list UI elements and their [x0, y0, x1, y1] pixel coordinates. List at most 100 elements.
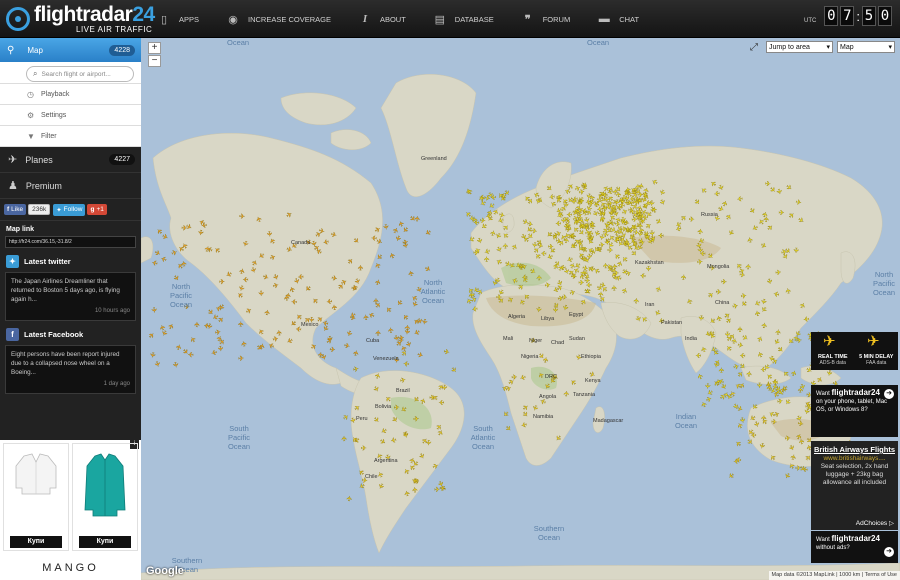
plane-marker[interactable]: ✈: [194, 321, 201, 327]
twitter-feed-item[interactable]: The Japan Airlines Dreamliner that retur…: [5, 272, 136, 321]
plane-marker[interactable]: ✈: [400, 242, 408, 250]
plane-marker[interactable]: ✈: [746, 370, 754, 377]
plane-marker[interactable]: ✈: [374, 301, 383, 310]
plane-marker[interactable]: ✈: [264, 309, 272, 316]
plane-marker[interactable]: ✈: [616, 191, 624, 198]
plane-marker[interactable]: ✈: [767, 385, 774, 391]
plane-marker[interactable]: ✈: [500, 409, 509, 418]
ad-url[interactable]: www.britishairways....: [811, 455, 898, 462]
plane-marker[interactable]: ✈: [503, 242, 511, 249]
plane-marker[interactable]: ✈: [697, 372, 706, 380]
maplink-field[interactable]: http://fr24.com/36.15,-31.8/2: [5, 236, 136, 248]
plane-marker[interactable]: ✈: [291, 297, 297, 304]
plane-marker[interactable]: ✈: [466, 187, 475, 196]
plane-marker[interactable]: ✈: [791, 369, 800, 378]
buy-button[interactable]: Купи: [10, 536, 62, 548]
plane-marker[interactable]: ✈: [343, 343, 351, 351]
plane-marker[interactable]: ✈: [265, 231, 273, 238]
plane-marker[interactable]: ✈: [297, 272, 304, 280]
plane-marker[interactable]: ✈: [358, 265, 365, 271]
plane-marker[interactable]: ✈: [160, 254, 168, 263]
plane-marker[interactable]: ✈: [256, 290, 264, 296]
plane-marker[interactable]: ✈: [403, 359, 410, 367]
nav-chat[interactable]: ▬ CHAT: [598, 13, 639, 25]
plane-marker[interactable]: ✈: [473, 250, 479, 257]
plane-marker[interactable]: ✈: [765, 181, 772, 189]
plane-marker[interactable]: ✈: [388, 326, 396, 333]
plane-marker[interactable]: ✈: [740, 293, 747, 301]
google-plus-button[interactable]: g +1: [87, 204, 107, 215]
plane-marker[interactable]: ✈: [791, 247, 799, 254]
twitter-follow-button[interactable]: ✦ Follow: [53, 203, 86, 216]
plane-marker[interactable]: ✈: [658, 231, 664, 238]
plane-marker[interactable]: ✈: [638, 222, 646, 229]
plane-marker[interactable]: ✈: [484, 256, 491, 262]
plane-marker[interactable]: ✈: [423, 265, 432, 274]
plane-marker[interactable]: ✈: [688, 217, 695, 224]
plane-marker[interactable]: ✈: [344, 329, 353, 337]
ad-title[interactable]: British Airways Flights: [811, 445, 898, 454]
plane-marker[interactable]: ✈: [696, 314, 704, 321]
plane-marker[interactable]: ✈: [798, 387, 806, 394]
world-map[interactable]: ✈ ✈ ✈ ✈ ✈ ✈ ✈ ✈ ✈ ✈ ✈ ✈ ✈ ✈ ✈ ✈ ✈ ✈ ✈ ✈ ✈ ✈ ✈ ✈ ✈ ✈ ✈ ✈ ✈ ✈ ✈ ✈ ✈ ✈ ✈ ✈ ✈ ✈ ✈ ✈…: [141, 38, 900, 580]
plane-marker[interactable]: ✈: [329, 347, 336, 355]
plane-marker[interactable]: ✈: [187, 350, 194, 358]
plane-marker[interactable]: ✈: [736, 194, 743, 202]
plane-marker[interactable]: ✈: [394, 298, 403, 307]
plane-marker[interactable]: ✈: [578, 280, 584, 287]
plane-marker[interactable]: ✈: [412, 327, 421, 336]
plane-marker[interactable]: ✈: [361, 445, 367, 452]
nav-about[interactable]: i ABOUT: [359, 13, 406, 25]
plane-marker[interactable]: ✈: [196, 229, 204, 236]
plane-marker[interactable]: ✈: [796, 337, 803, 345]
plane-marker[interactable]: ✈: [551, 307, 558, 313]
fullscreen-icon[interactable]: ⤢: [750, 42, 758, 53]
plane-marker[interactable]: ✈: [353, 349, 361, 357]
plane-marker[interactable]: ✈: [611, 284, 619, 291]
plane-marker[interactable]: ✈: [471, 304, 478, 312]
plane-marker[interactable]: ✈: [346, 495, 354, 502]
plane-marker[interactable]: ✈: [771, 419, 778, 427]
plane-marker[interactable]: ✈: [534, 306, 542, 313]
plane-marker[interactable]: ✈: [375, 330, 383, 337]
ad-product[interactable]: Купи: [72, 443, 138, 551]
plane-marker[interactable]: ✈: [189, 334, 198, 343]
nav-forum[interactable]: ❞ FORUM: [522, 13, 570, 26]
plane-marker[interactable]: ✈: [511, 374, 518, 382]
mango-ad[interactable]: i Купи Купи MANGO: [0, 440, 141, 580]
plane-marker[interactable]: ✈: [374, 261, 383, 270]
plane-marker[interactable]: ✈: [148, 351, 156, 359]
map-type-select[interactable]: Map ▾: [837, 41, 895, 53]
sidebar-item-premium[interactable]: ♟ Premium: [0, 173, 141, 199]
jump-to-area-select[interactable]: Jump to area ▾: [766, 41, 833, 53]
plane-marker[interactable]: ✈: [412, 486, 420, 493]
plane-marker[interactable]: ✈: [755, 382, 762, 388]
plane-marker[interactable]: ✈: [341, 435, 348, 441]
plane-marker[interactable]: ✈: [713, 189, 720, 197]
plane-marker[interactable]: ✈: [389, 251, 398, 259]
sidebar-item-planes[interactable]: ✈ Planes 4227: [0, 147, 141, 173]
plane-marker[interactable]: ✈: [625, 241, 632, 249]
plane-marker[interactable]: ✈: [326, 297, 333, 305]
plane-marker[interactable]: ✈: [771, 358, 780, 367]
adchoices-link[interactable]: AdChoices ▷: [856, 519, 894, 527]
plane-marker[interactable]: ✈: [695, 351, 701, 358]
plane-marker[interactable]: ✈: [331, 303, 339, 311]
plane-marker[interactable]: ✈: [746, 263, 753, 269]
facebook-feed-item[interactable]: Eight persons have been report injured d…: [5, 345, 136, 394]
plane-marker[interactable]: ✈: [775, 329, 783, 336]
plane-marker[interactable]: ✈: [633, 297, 641, 304]
submenu-playback[interactable]: ◷ Playback: [0, 84, 141, 105]
plane-marker[interactable]: ✈: [381, 223, 389, 231]
plane-marker[interactable]: ✈: [238, 355, 245, 363]
plane-marker[interactable]: ✈: [575, 208, 583, 215]
plane-marker[interactable]: ✈: [219, 279, 226, 287]
plane-marker[interactable]: ✈: [405, 324, 413, 331]
plane-marker[interactable]: ✈: [449, 366, 458, 375]
plane-marker[interactable]: ✈: [773, 379, 781, 386]
plane-marker[interactable]: ✈: [363, 314, 371, 321]
plane-marker[interactable]: ✈: [151, 258, 159, 267]
plane-marker[interactable]: ✈: [152, 360, 161, 369]
plane-marker[interactable]: ✈: [555, 219, 561, 226]
plane-marker[interactable]: ✈: [424, 439, 432, 446]
